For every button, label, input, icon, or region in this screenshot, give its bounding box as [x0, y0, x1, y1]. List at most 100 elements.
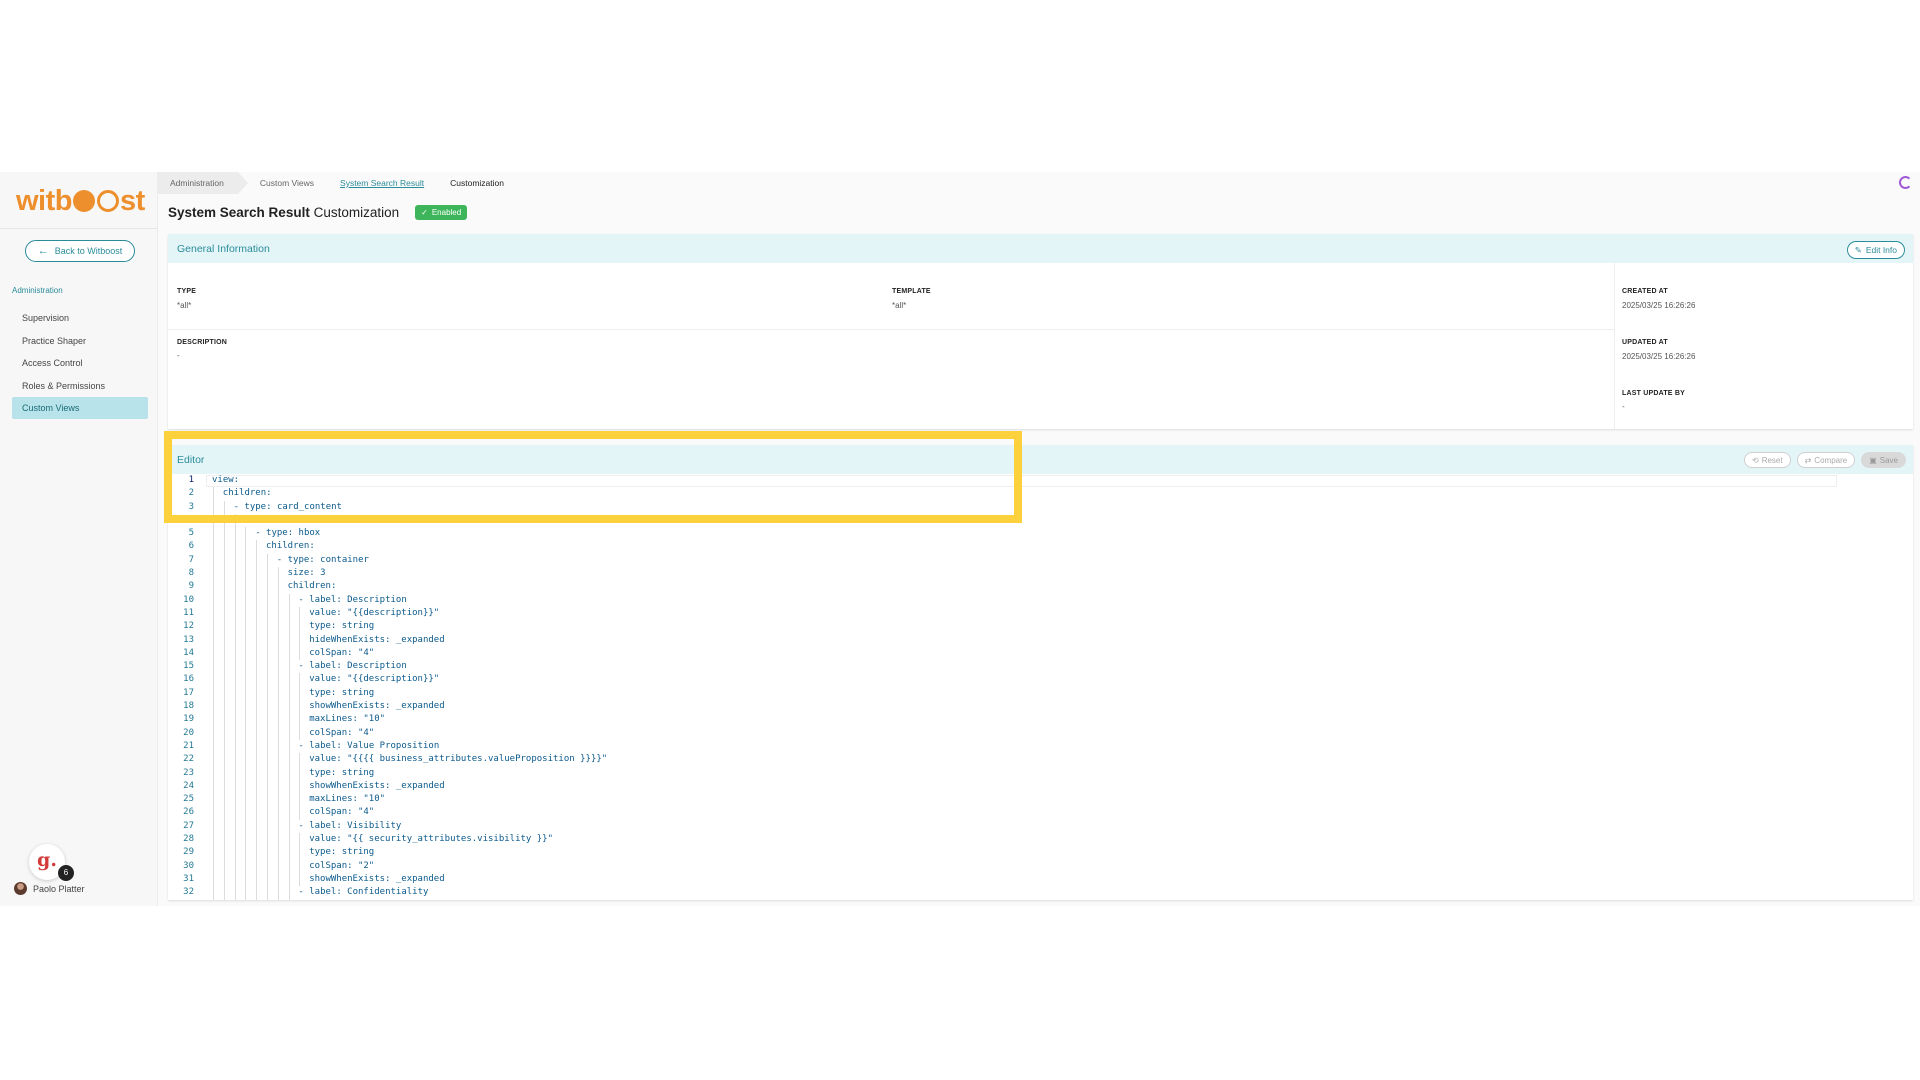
indent-guide	[223, 833, 225, 847]
code-line[interactable]: 10 - label: Description	[168, 593, 1913, 607]
indent-guide	[299, 673, 301, 687]
indent-guide	[213, 779, 214, 794]
indent-guide	[245, 739, 247, 754]
indent-guide	[277, 753, 279, 767]
indent-guide	[267, 686, 268, 701]
indent-guide	[213, 646, 214, 661]
code-line[interactable]: 2 children:	[168, 487, 1913, 501]
user-name: Paolo Platter	[33, 883, 85, 894]
indent-guide	[277, 766, 279, 780]
indent-guide	[213, 726, 214, 740]
code-line[interactable]: 9 children:	[168, 580, 1913, 594]
user-profile[interactable]: Paolo Platter	[14, 882, 85, 895]
code-line[interactable]: 16 value: "{{description}}"	[168, 673, 1913, 687]
indent-guide	[299, 633, 301, 647]
sidebar-item-access-control[interactable]: Access Control	[12, 352, 148, 374]
indent-guide	[234, 833, 236, 847]
sidebar-item-supervision[interactable]: Supervision	[12, 307, 148, 329]
indent-guide	[288, 593, 290, 607]
code-line[interactable]: 4 children:	[168, 513, 1913, 528]
code-text: type: string	[309, 847, 375, 858]
status-label: Enabled	[431, 208, 462, 217]
code-text: maxLines: "10"	[309, 714, 386, 725]
code-editor[interactable]: 1 view: 2 children: 3 - type: card_content 4 ch…	[168, 474, 1913, 900]
indent-guide	[223, 779, 225, 794]
code-line[interactable]: 3 - type: card_content	[168, 500, 1913, 514]
indent-guide	[245, 593, 247, 607]
reset-button[interactable]: ⟲ Reset	[1743, 452, 1791, 468]
code-line[interactable]: 29 type: string	[168, 846, 1913, 860]
witboost-logo[interactable]: witb st	[16, 185, 145, 218]
code-line[interactable]: 18 showWhenExists: _expanded	[168, 700, 1913, 714]
indent-guide	[223, 580, 225, 594]
indent-guide	[245, 567, 247, 581]
code-line[interactable]: 8 size: 3	[168, 567, 1913, 581]
code-line[interactable]: 19 maxLines: "10"	[168, 713, 1913, 727]
indent-guide	[256, 753, 258, 767]
indent-guide	[299, 859, 301, 873]
pencil-icon: ✎	[1854, 244, 1862, 255]
indent-guide	[245, 553, 247, 568]
save-button[interactable]: ▣ Save	[1861, 452, 1906, 468]
indent-guide	[223, 766, 225, 780]
indent-guide	[299, 713, 301, 727]
sidebar-item-roles-permissions[interactable]: Roles & Permissions	[12, 375, 148, 397]
back-to-witboost-button[interactable]: ← Back to Witboost	[25, 240, 135, 262]
edit-info-button[interactable]: ✎ Edit Info	[1846, 241, 1905, 259]
indent-guide	[256, 819, 258, 834]
code-line[interactable]: 14 colSpan: "4"	[168, 646, 1913, 661]
indent-guide	[299, 766, 301, 780]
code-line[interactable]: 31 showWhenExists: _expanded	[168, 872, 1913, 887]
code-line[interactable]: 21 - label: Value Proposition	[168, 739, 1913, 754]
check-icon: ✓	[421, 208, 428, 217]
code-line[interactable]: 11 value: "{{description}}"	[168, 606, 1913, 621]
sidebar-item-custom-views[interactable]: Custom Views	[12, 397, 148, 419]
indent-guide	[223, 846, 225, 860]
sidebar-item-practice-shaper[interactable]: Practice Shaper	[12, 330, 148, 352]
indent-guide	[245, 819, 247, 834]
line-number: 30	[183, 860, 194, 871]
indent-guide	[267, 726, 268, 740]
code-line[interactable]: 32 - label: Confidentiality	[168, 886, 1913, 900]
code-line[interactable]: 12 type: string	[168, 620, 1913, 634]
indent-guide	[288, 660, 290, 674]
code-text: showWhenExists: _expanded	[309, 701, 445, 712]
indent-guide	[234, 527, 236, 541]
indent-guide	[277, 700, 279, 714]
line-number: 13	[183, 634, 194, 645]
code-line[interactable]: 7 - type: container	[168, 553, 1913, 568]
code-line[interactable]: 15 - label: Description	[168, 660, 1913, 674]
arrow-left-icon: ←	[37, 244, 49, 257]
compare-button[interactable]: ⇄ Compare	[1796, 452, 1856, 468]
code-line[interactable]: 28 value: "{{ security_attributes.visibil…	[168, 833, 1913, 847]
breadcrumb-custom-views[interactable]: Custom Views	[238, 172, 328, 194]
code-line[interactable]: 23 type: string	[168, 766, 1913, 780]
code-line[interactable]: 17 type: string	[168, 686, 1913, 701]
line-number: 14	[183, 647, 194, 658]
code-line[interactable]: 26 colSpan: "4"	[168, 806, 1913, 820]
line-number: 4	[188, 514, 194, 525]
code-line[interactable]: 1 view:	[168, 474, 1913, 487]
code-line[interactable]: 13 hideWhenExists: _expanded	[168, 633, 1913, 647]
indent-guide	[245, 606, 247, 621]
indent-guide	[256, 673, 258, 687]
breadcrumb-administration[interactable]: Administration	[158, 172, 248, 194]
breadcrumb-system-search-result[interactable]: System Search Result	[328, 172, 438, 194]
code-line[interactable]: 24 showWhenExists: _expanded	[168, 779, 1913, 794]
code-text: hideWhenExists: _expanded	[309, 634, 445, 645]
indent-guide	[234, 793, 236, 807]
code-line[interactable]: 27 - label: Visibility	[168, 819, 1913, 834]
code-line[interactable]: 22 value: "{{{{ business_attributes.value…	[168, 753, 1913, 767]
indent-guide	[213, 686, 214, 701]
indent-guide	[299, 686, 301, 701]
code-line[interactable]: 30 colSpan: "2"	[168, 859, 1913, 873]
indent-guide	[256, 833, 258, 847]
indent-guide	[223, 553, 225, 568]
indent-guide	[256, 660, 258, 674]
code-line[interactable]: 6 children:	[168, 540, 1913, 554]
indent-guide	[299, 846, 301, 860]
code-line[interactable]: 20 colSpan: "4"	[168, 726, 1913, 740]
code-line[interactable]: 5 - type: hbox	[168, 527, 1913, 541]
loading-refresh-icon[interactable]	[1899, 176, 1912, 189]
code-line[interactable]: 25 maxLines: "10"	[168, 793, 1913, 807]
